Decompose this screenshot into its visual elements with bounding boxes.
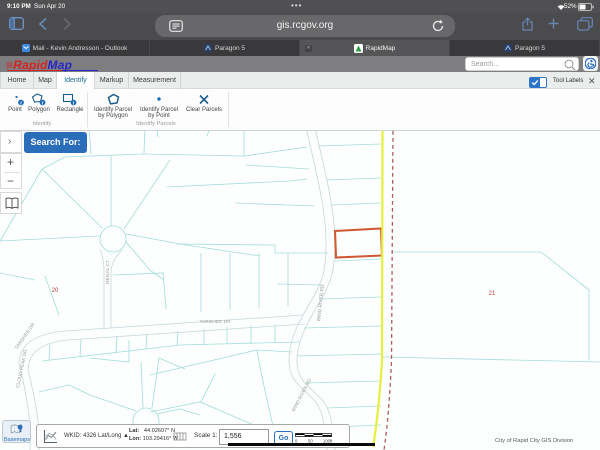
svg-text:TARGHEE DR: TARGHEE DR (199, 319, 231, 325)
svg-text:20: 20 (52, 288, 59, 294)
svg-text:21: 21 (489, 291, 496, 297)
svg-text:REGAL CT: REGAL CT (105, 260, 111, 284)
svg-text:CLOUD PEAK DR: CLOUD PEAK DR (15, 348, 29, 388)
